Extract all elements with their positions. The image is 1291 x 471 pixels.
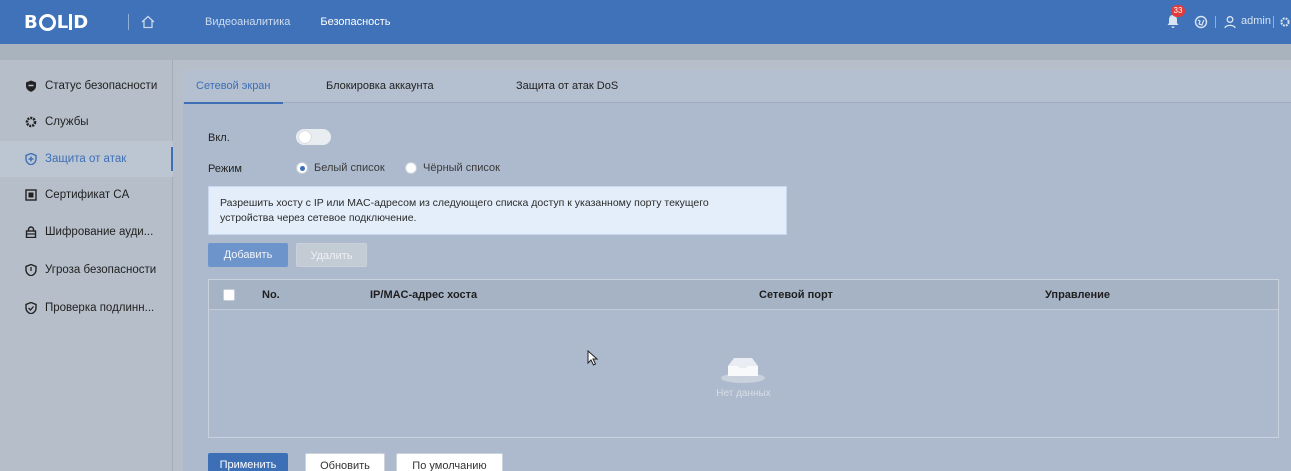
column-no: No.	[262, 289, 280, 301]
sidebar-item-audio-encryption[interactable]: Шифрование ауди...	[0, 214, 173, 250]
info-notice: Разрешить хосту с IP или MAC-адресом из …	[208, 186, 787, 235]
gear-icon[interactable]	[1279, 15, 1291, 29]
tab-dos-protection[interactable]: Защита от атак DoS	[516, 70, 618, 103]
lock-icon	[25, 226, 37, 238]
sidebar-item-label: Статус безопасности	[45, 80, 158, 92]
top-bar: BLD Видеоаналитика Безопасность 33 admin	[0, 0, 1291, 44]
notification-badge: 33	[1171, 5, 1185, 17]
nav-videoanalytics[interactable]: Видеоаналитика	[205, 16, 290, 28]
shield-icon	[25, 264, 37, 276]
enable-label: Вкл.	[208, 132, 230, 144]
sidebar-item-label: Угроза безопасности	[45, 264, 157, 276]
sidebar-item-label: Проверка подлинн...	[45, 302, 155, 314]
radio-blacklist-label: Чёрный список	[423, 162, 500, 174]
sidebar-item-authenticity-check[interactable]: Проверка подлинн...	[0, 290, 173, 326]
shield-check-icon	[25, 302, 37, 314]
empty-box-icon	[721, 358, 765, 383]
notice-line: устройства через сетевое подключение.	[220, 212, 417, 224]
delete-button[interactable]: Удалить	[296, 243, 367, 267]
sidebar-item-attack-protection[interactable]: Защита от атак	[0, 141, 173, 177]
toggle-knob	[299, 131, 311, 143]
home-icon[interactable]	[140, 14, 156, 30]
user-name[interactable]: admin	[1241, 15, 1271, 27]
add-button[interactable]: Добавить	[208, 243, 288, 267]
column-management: Управление	[1045, 289, 1111, 301]
notice-line: Разрешить хосту с IP или MAC-адресом из …	[220, 197, 709, 209]
empty-state: Нет данных	[209, 310, 1278, 437]
gear-icon	[25, 116, 37, 128]
certificate-icon	[25, 189, 37, 201]
top-nav: Видеоаналитика Безопасность	[205, 0, 421, 44]
nav-security[interactable]: Безопасность	[320, 16, 390, 28]
top-bar-shadow	[0, 44, 1291, 60]
bolid-logo: BLD	[24, 11, 89, 33]
user-icon	[1224, 16, 1236, 29]
radio-whitelist[interactable]: Белый список	[296, 162, 385, 174]
radio-indicator	[405, 162, 417, 174]
refresh-button[interactable]: Обновить	[305, 453, 385, 471]
empty-text: Нет данных	[716, 388, 771, 399]
radio-blacklist[interactable]: Чёрный список	[405, 162, 500, 174]
tab-firewall[interactable]: Сетевой экран	[184, 70, 282, 104]
sidebar-item-label: Защита от атак	[45, 153, 127, 165]
sidebar-item-ca-certificate[interactable]: Сертификат CA	[0, 177, 173, 213]
default-button[interactable]: По умолчанию	[396, 453, 503, 471]
shield-icon	[26, 80, 36, 92]
mode-label: Режим	[208, 163, 242, 175]
sidebar-item-label: Сертификат CA	[45, 189, 130, 201]
apply-button[interactable]: Применить	[208, 453, 288, 471]
main-panel: Сетевой экран Блокировка аккаунта Защита…	[183, 70, 1291, 471]
sidebar-item-label: Шифрование ауди...	[45, 226, 154, 238]
globe-icon[interactable]	[1194, 15, 1208, 29]
divider	[1215, 16, 1216, 28]
column-network-port: Сетевой порт	[759, 289, 833, 301]
radio-indicator	[296, 162, 308, 174]
divider	[1273, 16, 1274, 28]
rules-table: No. IP/MAC-адрес хоста Сетевой порт Упра…	[208, 279, 1279, 438]
sidebar-item-security-threat[interactable]: Угроза безопасности	[0, 252, 173, 288]
radio-whitelist-label: Белый список	[314, 162, 385, 174]
sidebar-item-security-status[interactable]: Статус безопасности	[0, 68, 173, 104]
divider	[128, 14, 129, 30]
table-header: No. IP/MAC-адрес хоста Сетевой порт Упра…	[209, 280, 1278, 310]
tab-account-lockout[interactable]: Блокировка аккаунта	[326, 70, 434, 103]
select-all-checkbox[interactable]	[223, 289, 235, 301]
mouse-cursor-icon	[587, 350, 599, 366]
enable-toggle[interactable]	[296, 129, 331, 145]
tab-bar: Сетевой экран Блокировка аккаунта Защита…	[183, 70, 1291, 104]
shield-plus-icon	[25, 153, 37, 165]
column-host-address: IP/MAC-адрес хоста	[370, 289, 478, 301]
sidebar-item-services[interactable]: Службы	[0, 104, 173, 140]
sidebar-item-label: Службы	[45, 116, 89, 128]
sidebar: Статус безопасности Службы Защита от ата…	[0, 60, 173, 471]
